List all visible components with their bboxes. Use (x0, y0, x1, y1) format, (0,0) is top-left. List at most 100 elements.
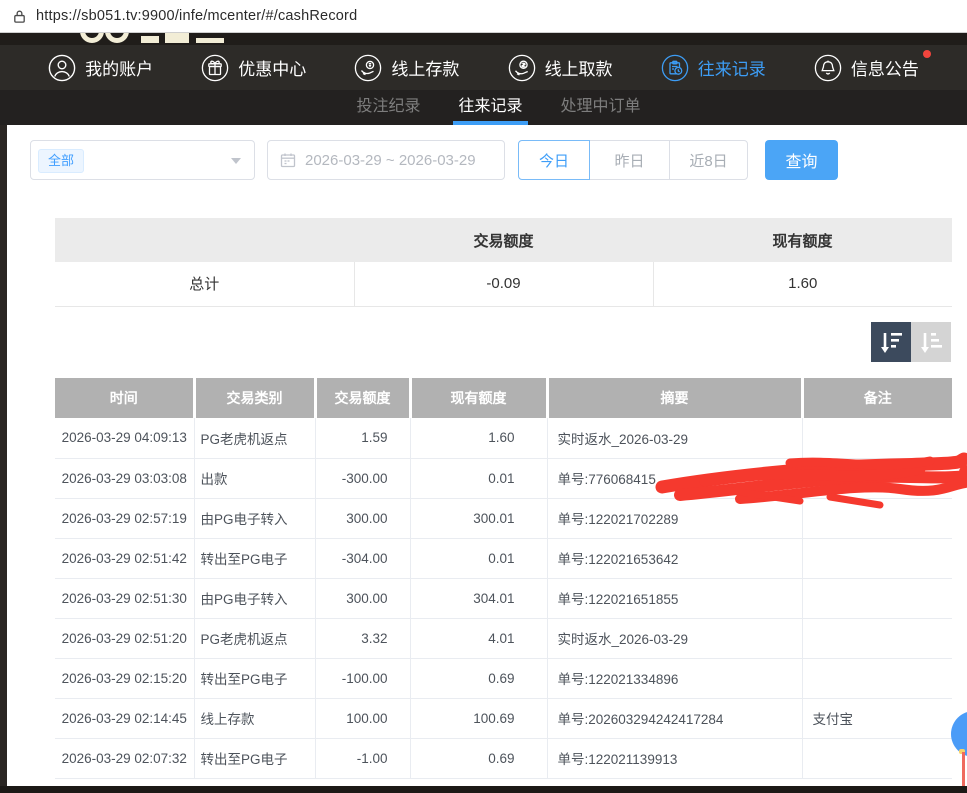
cell-type: 转出至PG电子 (194, 538, 315, 578)
header-amount: 交易额度 (315, 378, 410, 418)
cell-balance: 300.01 (410, 498, 547, 538)
header-summary: 摘要 (547, 378, 802, 418)
nav-item-announcements[interactable]: 信息公告 (814, 54, 919, 82)
cell-note (802, 538, 952, 578)
page-edge-strip (0, 786, 967, 793)
cell-summary: 实时返水_2026-03-29 (547, 618, 802, 658)
nav-label: 优惠中心 (238, 55, 306, 80)
cell-note (802, 578, 952, 618)
deposit-icon (354, 54, 382, 82)
table-row: 2026-03-29 02:15:20转出至PG电子-100.000.69单号:… (55, 658, 952, 698)
quick-date-button-group: 今日 昨日 近8日 (518, 140, 748, 180)
table-row: 2026-03-29 03:03:08出款-300.000.01单号:77606… (55, 458, 952, 498)
sort-controls (871, 322, 951, 362)
table-header-row: 时间 交易类别 交易额度 现有额度 摘要 备注 (55, 378, 952, 418)
header-note: 备注 (802, 378, 952, 418)
nav-item-deposit[interactable]: 线上存款 (354, 54, 459, 82)
cell-summary: 单号:122021139913 (547, 738, 802, 778)
page-edge-strip (0, 125, 7, 793)
logo-fragment-icon (80, 33, 104, 43)
summary-balance-total: 1.60 (653, 262, 952, 306)
cell-amount: 300.00 (315, 578, 410, 618)
date-range-input[interactable]: 2026-03-29 ~ 2026-03-29 (267, 140, 505, 180)
cell-type: 出款 (194, 458, 315, 498)
cell-note (802, 658, 952, 698)
transaction-type-select[interactable]: 全部 (30, 140, 255, 180)
logo-fragment-icon (141, 36, 159, 43)
cell-time: 2026-03-29 02:07:32 (55, 738, 194, 778)
cell-time: 2026-03-29 03:03:08 (55, 458, 194, 498)
tab-bet-records[interactable]: 投注纪录 (356, 90, 420, 125)
nav-item-cash-records[interactable]: 往来记录 (661, 54, 766, 82)
cell-summary: 单号:202603294242417284 (547, 698, 802, 738)
cell-summary: 单号:122021702289 (547, 498, 802, 538)
cell-summary: 单号:122021653642 (547, 538, 802, 578)
cell-note: 支付宝 (802, 698, 952, 738)
cell-amount: -100.00 (315, 658, 410, 698)
browser-address-bar[interactable]: https://sb051.tv:9900/infe/mcenter/#/cas… (0, 0, 967, 33)
cell-note (802, 738, 952, 778)
user-icon (48, 54, 76, 82)
cell-balance: 304.01 (410, 578, 547, 618)
logo-fragment-icon (165, 33, 189, 43)
nav-label: 我的账户 (85, 55, 153, 80)
nav-label: 线上取款 (545, 55, 613, 80)
cell-amount: -1.00 (315, 738, 410, 778)
nav-item-my-account[interactable]: 我的账户 (48, 54, 153, 82)
cell-balance: 0.01 (410, 458, 547, 498)
logo-fragment-icon (105, 33, 129, 43)
cell-balance: 100.69 (410, 698, 547, 738)
cell-note (802, 618, 952, 658)
table-row: 2026-03-29 02:51:30由PG电子转入300.00304.01单号… (55, 578, 952, 618)
cell-type: PG老虎机返点 (194, 418, 315, 458)
sub-tab-bar: 投注纪录 往来记录 处理中订单 (0, 90, 967, 125)
browser-window: https://sb051.tv:9900/infe/mcenter/#/cas… (0, 0, 967, 793)
sort-ascending-icon[interactable] (911, 322, 951, 362)
summary-transaction-total: -0.09 (354, 262, 653, 306)
lock-icon (12, 9, 27, 24)
search-button[interactable]: 查询 (765, 140, 838, 180)
today-button[interactable]: 今日 (518, 140, 590, 180)
gift-icon (201, 54, 229, 82)
cell-type: 线上存款 (194, 698, 315, 738)
site-logo-strip (0, 33, 967, 45)
table-row: 2026-03-29 02:57:19由PG电子转入300.00300.01单号… (55, 498, 952, 538)
cell-amount: 100.00 (315, 698, 410, 738)
main-nav: 我的账户 优惠中心 线上存款 线上取款 (0, 45, 967, 90)
notification-badge (923, 50, 931, 58)
cell-summary: 单号:776068415 (547, 458, 802, 498)
nav-item-promotions[interactable]: 优惠中心 (201, 54, 306, 82)
cell-balance: 0.01 (410, 538, 547, 578)
selected-type-tag: 全部 (38, 149, 84, 173)
tab-pending-orders[interactable]: 处理中订单 (561, 90, 641, 125)
cell-balance: 1.60 (410, 418, 547, 458)
summary-header-balance: 现有额度 (653, 218, 952, 262)
url-text: https://sb051.tv:9900/infe/mcenter/#/cas… (36, 8, 357, 24)
cell-amount: -304.00 (315, 538, 410, 578)
summary-total-label: 总计 (55, 262, 354, 306)
cell-type: 转出至PG电子 (194, 738, 315, 778)
calendar-icon (280, 152, 296, 168)
cell-type: 由PG电子转入 (194, 578, 315, 618)
cell-note (802, 458, 952, 498)
nav-label: 线上存款 (391, 55, 459, 80)
nav-label: 往来记录 (698, 55, 766, 80)
cell-time: 2026-03-29 02:14:45 (55, 698, 194, 738)
nav-item-withdraw[interactable]: 线上取款 (508, 54, 613, 82)
cell-type: PG老虎机返点 (194, 618, 315, 658)
summary-header-transaction: 交易额度 (354, 218, 653, 262)
cell-time: 2026-03-29 02:51:42 (55, 538, 194, 578)
yesterday-button[interactable]: 昨日 (589, 140, 670, 180)
cell-type: 由PG电子转入 (194, 498, 315, 538)
header-balance: 现有额度 (410, 378, 547, 418)
summary-table: 交易额度 现有额度 总计 -0.09 1.60 (55, 218, 952, 307)
logo-fragment-icon (196, 38, 224, 43)
cell-summary: 单号:122021651855 (547, 578, 802, 618)
sort-descending-icon[interactable] (871, 322, 911, 362)
cell-amount: 300.00 (315, 498, 410, 538)
transactions-body: 2026-03-29 04:09:13PG老虎机返点1.591.60实时返水_2… (55, 418, 952, 778)
last-8-days-button[interactable]: 近8日 (669, 140, 748, 180)
cell-type: 转出至PG电子 (194, 658, 315, 698)
header-time: 时间 (55, 378, 194, 418)
tab-cash-records[interactable]: 往来记录 (458, 90, 522, 125)
